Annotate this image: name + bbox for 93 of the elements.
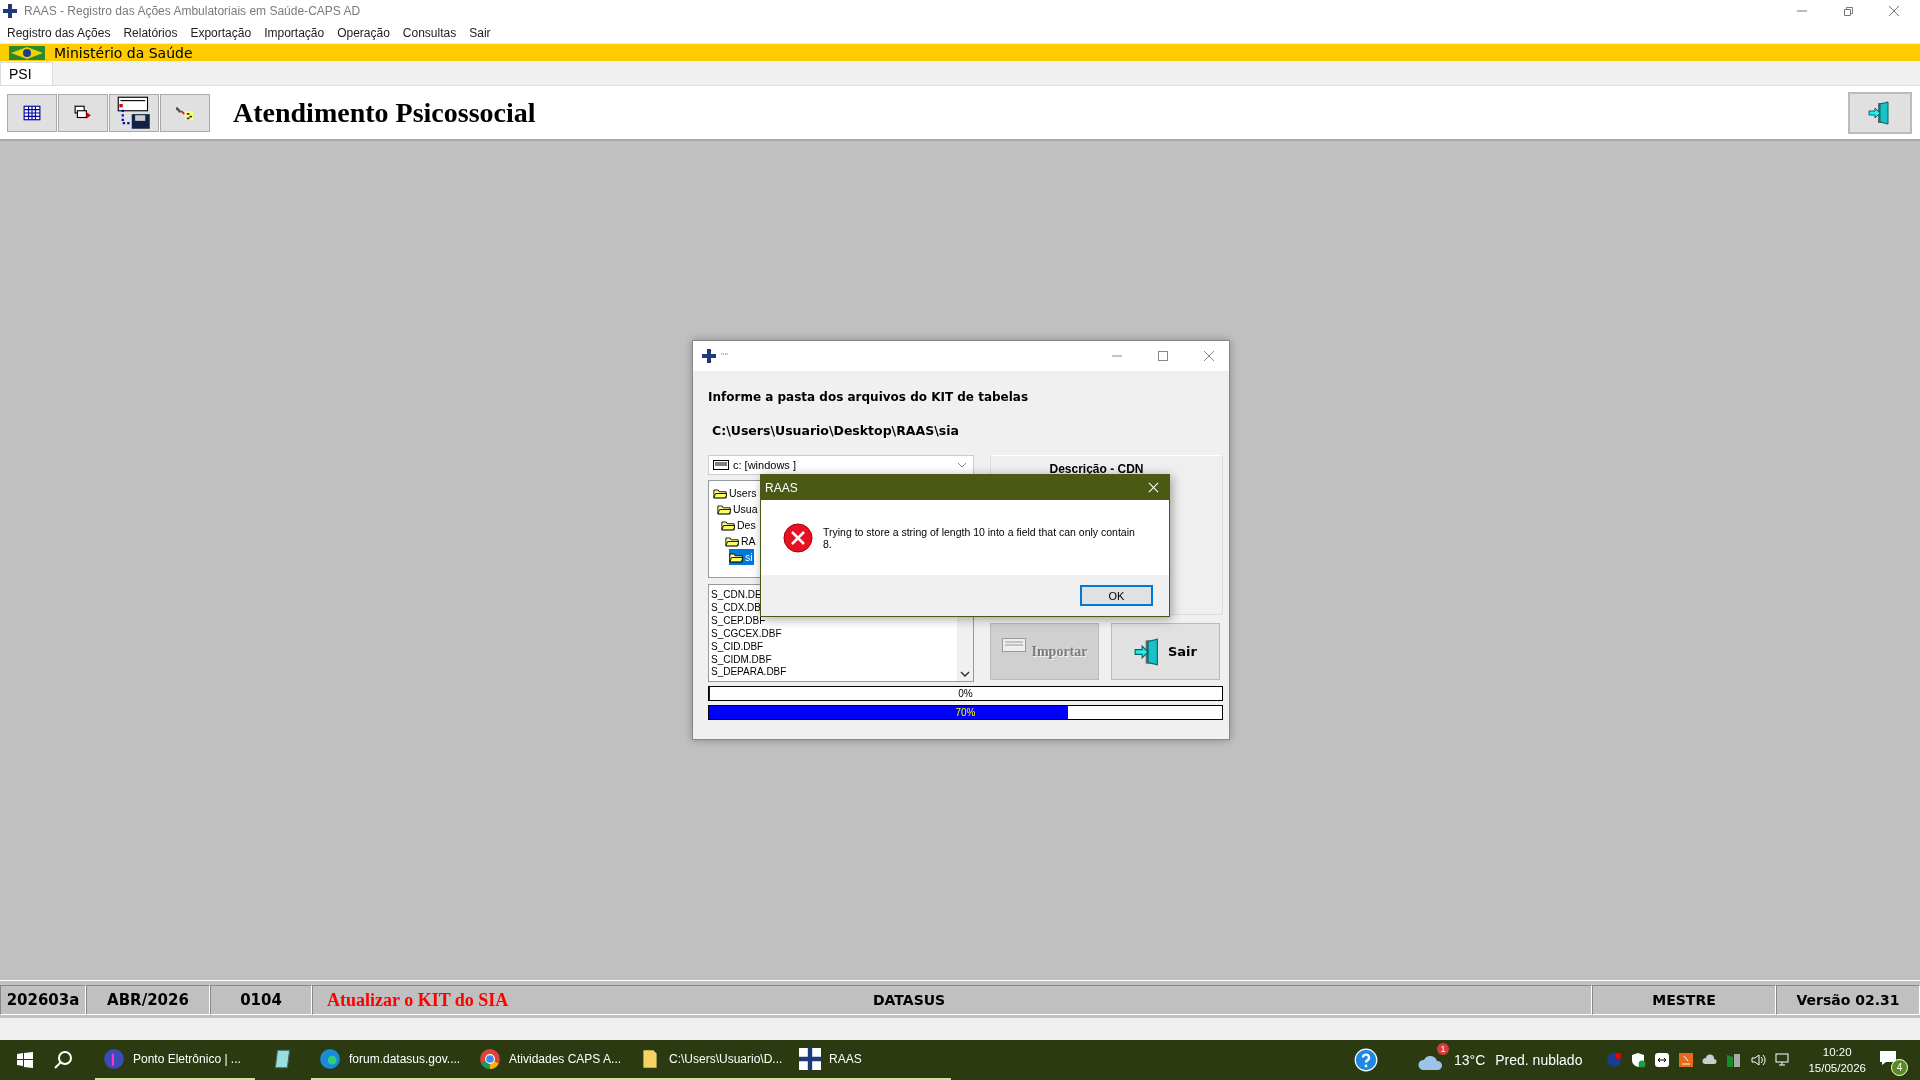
chrome-icon [479, 1048, 501, 1070]
chevron-down-icon [957, 462, 967, 468]
temperature: 13°C [1453, 1052, 1486, 1068]
help-icon[interactable] [1353, 1048, 1378, 1072]
dialog-heading: Informe a pasta dos arquivos do KIT de tabelas [708, 390, 1030, 404]
close-icon[interactable] [1888, 5, 1900, 17]
page-title: Atendimento Psicossocial [233, 96, 536, 129]
status-cell: Versão 02.31 [1776, 985, 1920, 1015]
drive-icon [713, 460, 729, 470]
flashlight-tree-icon [176, 104, 194, 121]
folder-item[interactable]: Usua [717, 501, 759, 517]
folder-icon [713, 487, 727, 499]
clock-date: 15/05/2026 [1808, 1061, 1866, 1076]
menu-item[interactable]: Relatórios [123, 25, 178, 40]
restore-icon[interactable] [1842, 5, 1854, 17]
card-icon [1001, 637, 1026, 652]
banner-text: Ministério da Saúde [54, 44, 193, 61]
update-notice: Atualizar o KIT do SIA [327, 989, 509, 1011]
panel-title: Descrição - CDN [1049, 462, 1144, 476]
error-message: Trying to store a string of length 10 into a field that can only contain 8. [823, 525, 1136, 550]
file-item[interactable]: S_CDX.DB [711, 601, 761, 615]
folder-item[interactable]: RA [725, 533, 757, 549]
status-cell: 202603a [0, 985, 86, 1015]
weather-badge: 1 [1436, 1043, 1449, 1055]
windows-start-icon[interactable] [17, 1052, 33, 1068]
toolbar-button[interactable] [7, 93, 57, 132]
menu-item[interactable]: Importação [264, 25, 325, 40]
close-icon[interactable] [1203, 350, 1215, 362]
clock[interactable]: 10:20 15/05/2026 [1808, 1044, 1866, 1076]
file-item[interactable]: S_CID.DBF [711, 640, 764, 654]
app-icon [2, 3, 18, 19]
network-icon[interactable] [1774, 1052, 1791, 1068]
folder-icon [725, 535, 739, 547]
notification-icon[interactable] [1878, 1048, 1898, 1068]
file-item[interactable]: S_DEPARA.DBF [711, 666, 787, 680]
menu-item[interactable]: Registro das Ações [7, 25, 111, 40]
status-cell: 0104 [210, 985, 312, 1015]
taskbar-app[interactable]: forum.datasus.gov.... [311, 1040, 471, 1080]
folder-path: C:\Users\Usuario\Desktop\RAAS\sia [712, 423, 960, 438]
progress-reading: 0% [958, 688, 973, 699]
file-item[interactable]: S_CGCEX.DBF [711, 627, 782, 641]
status-cell: MESTRE [1592, 985, 1776, 1015]
shield-icon[interactable] [1630, 1052, 1647, 1068]
folder-icon [717, 503, 731, 515]
exit-button[interactable] [1848, 91, 1912, 134]
toolbar-button[interactable] [58, 93, 108, 132]
folder-item[interactable]: Des [721, 517, 757, 533]
remote-app-icon[interactable] [1654, 1052, 1671, 1068]
export-icon [74, 104, 92, 121]
error-icon [783, 522, 813, 553]
menu-item[interactable]: Exportação [190, 25, 252, 40]
folder-icon [721, 519, 735, 531]
taskbar-app[interactable]: RAAS [791, 1040, 951, 1080]
clock-time: 10:20 [1822, 1045, 1852, 1060]
status-cell: ABR/2026 [86, 985, 210, 1015]
menu-item[interactable]: Sair [469, 25, 491, 40]
notification-badge: 4 [1891, 1059, 1908, 1076]
weather-text: Pred. nublado [1495, 1052, 1583, 1068]
toolbar-button[interactable] [109, 93, 159, 132]
file-item[interactable]: S_CDN.DE [711, 589, 762, 602]
menu-item[interactable]: Consultas [402, 25, 457, 40]
file-item[interactable]: S_CIDM.DBF [711, 653, 772, 667]
menu-item[interactable]: Operação [337, 25, 390, 40]
calendar-icon [23, 104, 41, 121]
folder-icon [729, 551, 743, 563]
taskbar-app[interactable]: Atividades CAPS A... [471, 1040, 631, 1080]
file-item[interactable]: S_CEP.DBF [711, 614, 766, 628]
progress-reading: 70% [955, 707, 976, 718]
folder-item[interactable]: Users [713, 485, 758, 501]
door-exit-icon [1868, 100, 1892, 125]
message-title: RAAS [765, 480, 798, 495]
app-icon [799, 1048, 821, 1070]
save-data-icon [116, 95, 152, 130]
exit-button[interactable]: Sair [1111, 623, 1220, 680]
tray-app-icon[interactable] [1678, 1052, 1695, 1068]
tab[interactable]: PSI [0, 62, 53, 85]
ok-button[interactable]: OK [1080, 585, 1153, 606]
app-icon [701, 348, 717, 364]
search-icon[interactable] [53, 1050, 73, 1070]
speaker-icon[interactable] [1750, 1052, 1767, 1068]
window-title: RAAS - Registro das Ações Ambulatoriais em Saúde-CAPS AD [24, 4, 361, 18]
folder-item[interactable]: si [729, 549, 754, 565]
flag-icon [8, 45, 46, 60]
chevron-down-icon[interactable] [960, 671, 970, 677]
maximize-icon[interactable] [1157, 350, 1169, 362]
status-center-text: DATASUS [873, 992, 946, 1008]
server-icon[interactable] [1726, 1052, 1743, 1068]
drive-dropdown[interactable]: c: [windows ] [708, 455, 974, 475]
dialog-title: '''' [721, 351, 728, 361]
cloud-icon [1417, 1053, 1444, 1071]
browser-icon [319, 1048, 341, 1070]
taskbar-app[interactable]: Ponto Eletrônico | ... [95, 1040, 255, 1080]
taskbar-app[interactable]: C:\Users\Usuario\D... [631, 1040, 791, 1080]
